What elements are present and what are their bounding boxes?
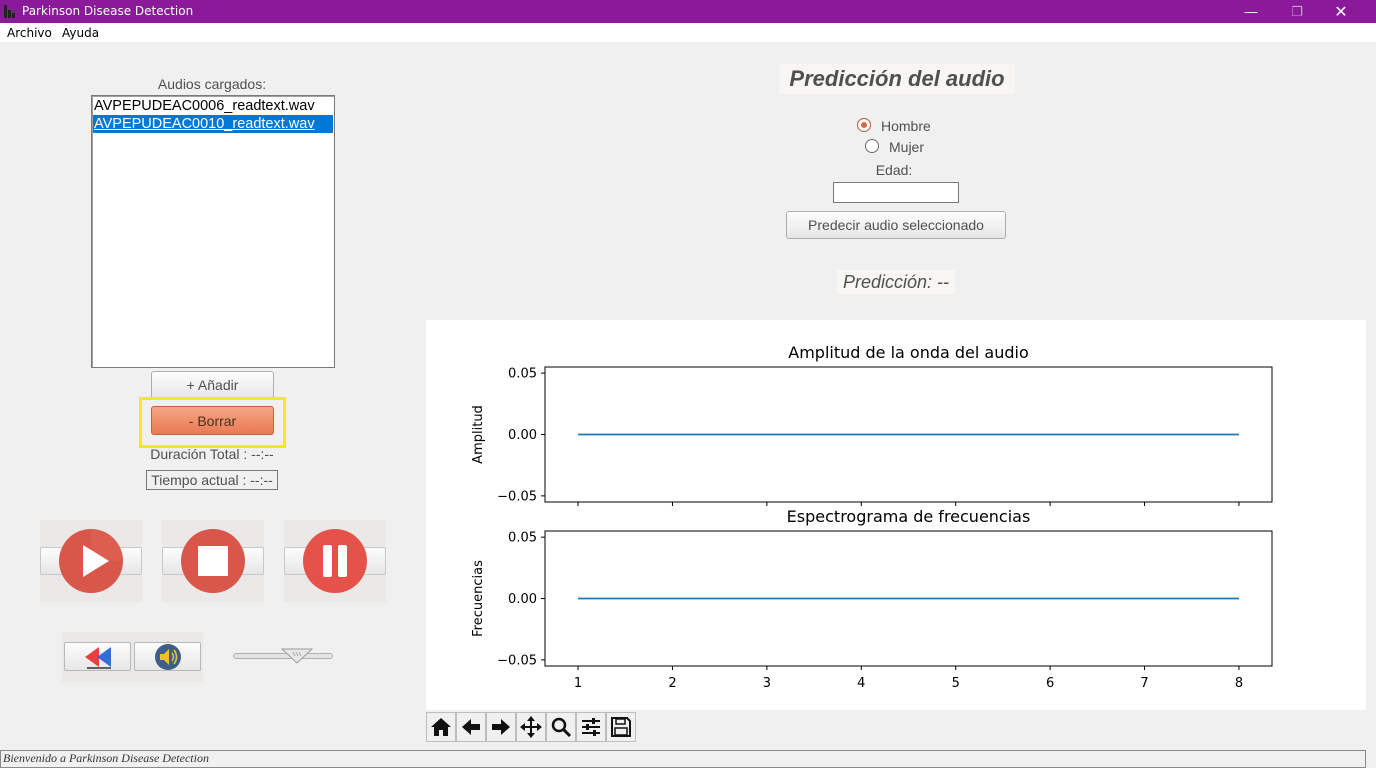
back-icon — [462, 719, 480, 735]
forward-icon — [492, 719, 510, 735]
back-tool[interactable] — [456, 712, 486, 742]
close-button[interactable]: ✕ — [1318, 0, 1364, 23]
configure-tool[interactable] — [576, 712, 606, 742]
duration-label: Duración Total : --:-- — [150, 446, 274, 462]
volume-slider-thumb[interactable] — [281, 648, 313, 664]
volume-button[interactable] — [134, 642, 201, 671]
plot-toolbar — [426, 712, 636, 742]
age-input[interactable] — [833, 182, 959, 203]
menu-ayuda[interactable]: Ayuda — [62, 26, 99, 40]
window-title: Parkinson Disease Detection — [22, 4, 194, 18]
y-tick-label: 0.05 — [508, 531, 537, 546]
x-tick-label: 3 — [763, 676, 771, 691]
x-tick-label: 4 — [857, 676, 865, 691]
status-bar: Bienvenido a Parkinson Disease Detection — [0, 750, 1366, 768]
rewind-button[interactable] — [64, 642, 131, 671]
radio-mujer[interactable] — [865, 139, 879, 153]
x-tick-label: 2 — [668, 676, 676, 691]
plot-area: Amplitud de la onda del audio 0.05 0.00 −0.… — [426, 320, 1366, 710]
predict-button[interactable]: Predecir audio seleccionado — [786, 211, 1006, 239]
home-tool[interactable] — [426, 712, 456, 742]
x-tick-label: 6 — [1046, 676, 1054, 691]
x-tick-label: 1 — [574, 676, 582, 691]
radio-hombre[interactable] — [857, 118, 871, 132]
maximize-button[interactable]: ❐ — [1274, 0, 1320, 23]
x-tick-label: 8 — [1235, 676, 1243, 691]
audio-listbox[interactable]: AVPEPUDEAC0006_readtext.wav AVPEPUDEAC00… — [91, 95, 335, 368]
y-axis-label: Frecuencias — [471, 560, 486, 637]
y-axis-label: Amplitud — [471, 405, 486, 464]
pause-icon[interactable] — [303, 529, 367, 593]
x-tick-label: 7 — [1140, 676, 1148, 691]
y-tick-label: 0.00 — [508, 428, 537, 443]
radio-hombre-label[interactable]: Hombre — [881, 118, 931, 134]
chart-title: Amplitud de la onda del audio — [788, 343, 1029, 362]
menu-bar: Archivo Ayuda — [0, 23, 1376, 42]
zoom-icon — [551, 717, 572, 738]
delete-button[interactable]: - Borrar — [151, 406, 274, 435]
play-icon[interactable] — [59, 529, 123, 593]
save-icon — [611, 717, 631, 737]
x-tick-label: 5 — [952, 676, 960, 691]
zoom-tool[interactable] — [546, 712, 576, 742]
charts-svg: Amplitud de la onda del audio 0.05 0.00 −0.… — [471, 343, 1273, 691]
y-tick-label: −0.05 — [497, 653, 537, 668]
forward-tool[interactable] — [486, 712, 516, 742]
pan-icon — [520, 716, 542, 738]
menu-archivo[interactable]: Archivo — [7, 26, 52, 40]
prediction-title: Predicción del audio — [779, 64, 1015, 94]
chart-title: Espectrograma de frecuencias — [787, 507, 1031, 526]
save-tool[interactable] — [606, 712, 636, 742]
audio-list-title: Audios cargados: — [157, 76, 267, 92]
prediction-result: Predicción: -- — [837, 270, 955, 294]
stop-icon[interactable] — [181, 529, 245, 593]
y-tick-label: 0.00 — [508, 592, 537, 607]
radio-mujer-label[interactable]: Mujer — [889, 139, 924, 155]
speaker-icon — [155, 644, 181, 670]
minimize-button[interactable]: — — [1228, 0, 1274, 23]
current-time-label: Tiempo actual : --:-- — [146, 470, 278, 490]
list-item[interactable]: AVPEPUDEAC0006_readtext.wav — [93, 97, 333, 115]
list-item-selected[interactable]: AVPEPUDEAC0010_readtext.wav — [93, 115, 333, 133]
configure-icon — [582, 718, 600, 736]
y-tick-label: −0.05 — [497, 489, 537, 504]
y-tick-label: 0.05 — [508, 367, 537, 382]
age-label: Edad: — [875, 162, 913, 178]
add-button[interactable]: + Añadir — [151, 371, 274, 399]
app-icon — [4, 5, 15, 18]
rewind-icon — [85, 647, 111, 669]
pan-tool[interactable] — [516, 712, 546, 742]
home-icon — [431, 718, 451, 736]
title-bar: Parkinson Disease Detection — ❐ ✕ — [0, 0, 1376, 23]
